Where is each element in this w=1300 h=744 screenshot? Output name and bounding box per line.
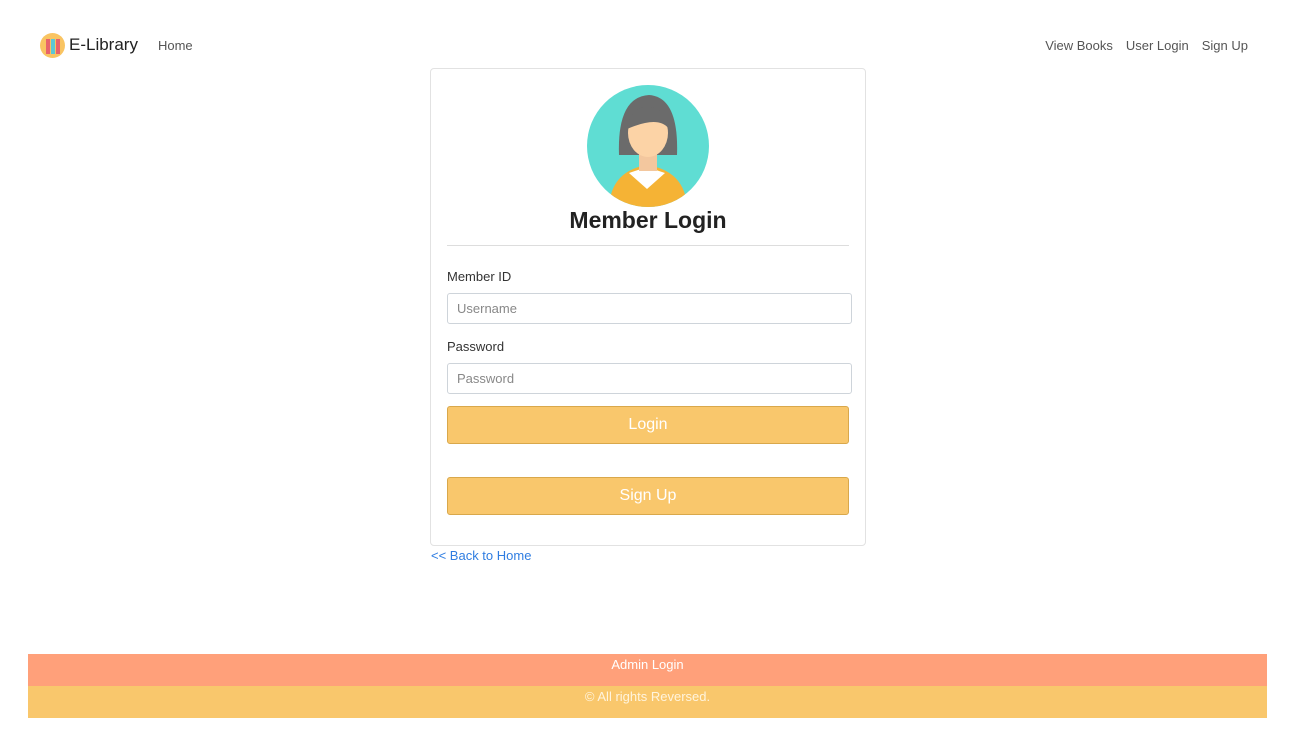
login-button[interactable]: Login [447, 406, 849, 444]
member-id-input[interactable] [447, 293, 852, 324]
footer-admin-bar: Admin Login [28, 654, 1267, 686]
admin-login-link[interactable]: Admin Login [611, 657, 683, 672]
copyright-text: © All rights Reversed. [584, 689, 711, 704]
brand[interactable]: E-Library [40, 32, 138, 58]
nav-sign-up-link[interactable]: Sign Up [1202, 38, 1248, 53]
books-logo-icon [40, 32, 65, 58]
navbar: E-Library Home View Books User Login Sig… [40, 32, 1248, 58]
page-title: Member Login [569, 207, 727, 233]
nav-user-login-link[interactable]: User Login [1126, 38, 1189, 53]
login-card: Member Login Member ID Password Login Si… [430, 68, 866, 546]
sign-up-button[interactable]: Sign Up [447, 477, 849, 515]
footer-copyright-bar: © All rights Reversed. [28, 686, 1267, 718]
password-input[interactable] [447, 363, 852, 394]
nav-home-link[interactable]: Home [158, 38, 193, 53]
back-to-home-link[interactable]: << Back to Home [431, 548, 531, 563]
user-avatar-icon [587, 85, 709, 207]
nav-view-books-link[interactable]: View Books [1045, 38, 1113, 53]
password-label: Password [447, 339, 505, 354]
divider [447, 245, 849, 246]
member-id-label: Member ID [447, 269, 512, 284]
brand-name: E-Library [69, 35, 138, 54]
